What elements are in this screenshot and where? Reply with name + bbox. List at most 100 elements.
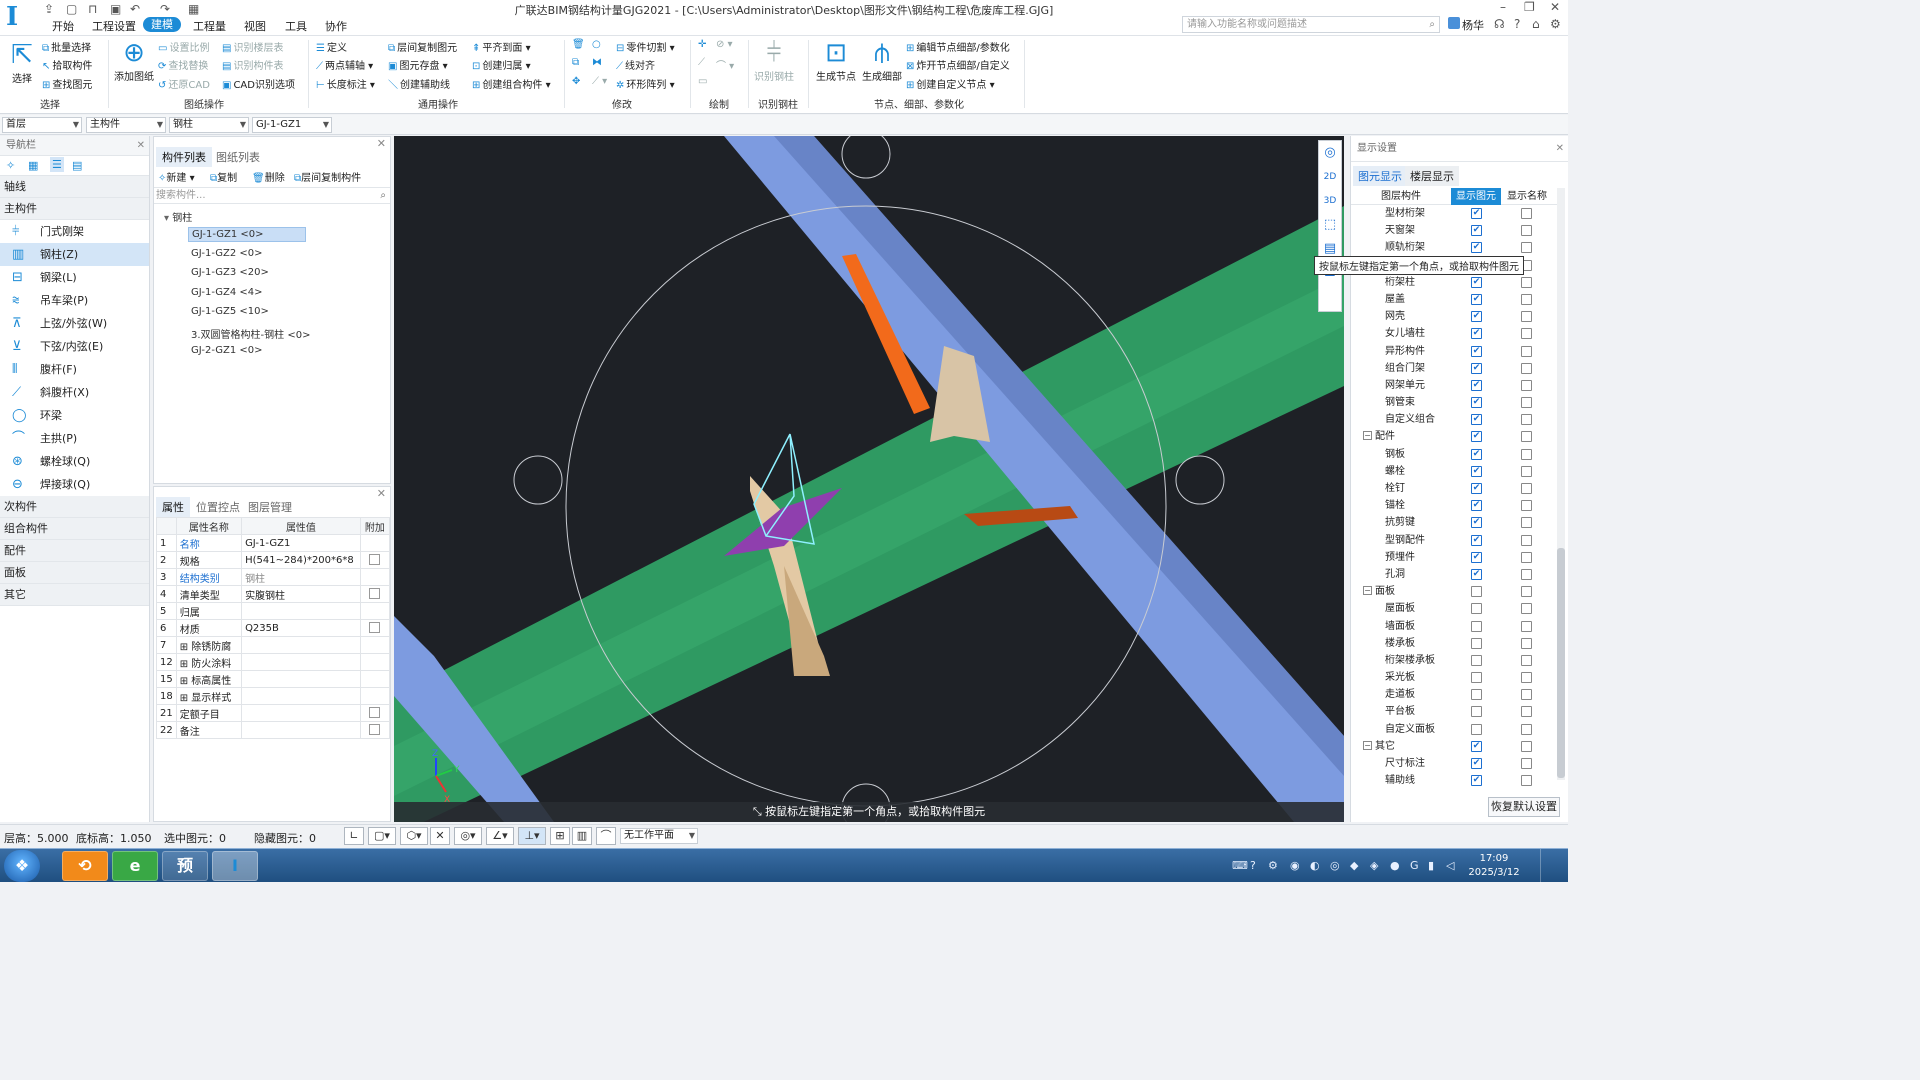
show-element-checkbox[interactable]: ✔ <box>1471 448 1482 460</box>
expand-icon[interactable]: ⊞ <box>180 693 192 704</box>
model-canvas[interactable]: Z Y X <box>394 136 1344 822</box>
show-element-checkbox[interactable]: ✔ <box>1471 431 1482 443</box>
ring-array-button[interactable]: ✲ 环形阵列 ▾ <box>616 76 675 91</box>
arc-icon[interactable]: ⌒ ▾ <box>716 57 734 72</box>
show-element-checkbox[interactable]: ✔ <box>1471 311 1482 323</box>
show-name-checkbox[interactable] <box>1521 242 1532 254</box>
nav-category[interactable]: 其它 <box>0 584 149 606</box>
tree-item[interactable]: GJ-1-GZ3 <20> <box>188 266 272 279</box>
show-element-checkbox[interactable]: ✔ <box>1471 208 1482 219</box>
expand-icon[interactable]: ⊞ <box>180 676 192 687</box>
nav-category[interactable]: 配件 <box>0 540 149 562</box>
property-value[interactable]: Q235B <box>241 619 361 637</box>
settings-icon[interactable]: ⚙ <box>1268 859 1278 872</box>
home-icon[interactable]: ⌂ <box>1532 17 1540 31</box>
tab-properties[interactable]: 属性 <box>156 497 190 517</box>
show-element-checkbox[interactable] <box>1471 637 1482 649</box>
nav-item[interactable]: ⫩ 门式刚架 <box>0 220 149 243</box>
nav-item[interactable]: ⊖ 焊接球(Q) <box>0 473 149 496</box>
set-scale-button[interactable]: ▭ 设置比例 <box>158 39 209 54</box>
rect-icon[interactable]: ▭ <box>698 76 707 87</box>
add-drawing-button[interactable]: ⊕ 添加图纸 <box>112 38 156 83</box>
snap-point-icon[interactable]: ⊥▾ <box>518 827 546 845</box>
show-name-checkbox[interactable] <box>1521 483 1532 494</box>
taskbar-app-gjg[interactable]: I <box>212 851 258 881</box>
nav-item[interactable]: ⊛ 螺栓球(Q) <box>0 450 149 473</box>
snap-angle-icon[interactable]: ∠▾ <box>486 827 514 845</box>
tree-item[interactable]: GJ-1-GZ2 <0> <box>188 247 266 260</box>
show-name-checkbox[interactable] <box>1521 706 1532 718</box>
tray-shield-icon[interactable]: ◆ <box>1350 859 1358 872</box>
col-show-name[interactable]: 显示名称 <box>1507 188 1547 205</box>
restore-window-icon[interactable]: ❐ <box>1524 0 1535 14</box>
show-name-checkbox[interactable] <box>1521 723 1532 735</box>
show-name-checkbox[interactable] <box>1521 465 1532 477</box>
show-element-checkbox[interactable]: ✔ <box>1471 345 1482 357</box>
detail-view-icon[interactable]: ▤ <box>72 159 82 172</box>
tree-item[interactable]: GJ-1-GZ1 <0> <box>188 227 306 242</box>
nav-item[interactable]: ⊻ 下弦/内弦(E) <box>0 335 149 358</box>
show-name-checkbox[interactable] <box>1521 517 1532 529</box>
property-value[interactable]: GJ-1-GZ1 <box>241 534 361 552</box>
scrollbar-thumb[interactable] <box>1557 548 1565 778</box>
recognize-steel-col-button[interactable]: ⫩ 识别钢柱 <box>752 38 796 83</box>
close-icon[interactable]: ✕ <box>1550 0 1560 14</box>
redo-icon[interactable]: ↷ <box>160 2 170 16</box>
restore-default-button[interactable]: 恢复默认设置 <box>1488 797 1560 817</box>
workplane-select[interactable]: 无工作平面 ▼ <box>620 828 698 844</box>
show-name-checkbox[interactable] <box>1521 448 1532 460</box>
extra-checkbox[interactable] <box>369 588 381 600</box>
show-name-checkbox[interactable] <box>1521 758 1532 769</box>
restore-cad-button[interactable]: ↺ 还原CAD <box>158 76 210 91</box>
expand-icon[interactable]: ⊞ <box>180 642 192 653</box>
component-category-select[interactable]: 钢柱 ▼ <box>169 117 249 133</box>
show-element-checkbox[interactable]: ✔ <box>1471 740 1482 752</box>
part-cut-button[interactable]: ⊟ 零件切割 ▾ <box>616 39 675 54</box>
show-element-checkbox[interactable] <box>1471 603 1482 615</box>
extra-checkbox[interactable] <box>369 724 381 736</box>
show-name-checkbox[interactable] <box>1521 551 1532 563</box>
point-icon[interactable]: ✛ <box>698 39 706 50</box>
close-icon[interactable]: ✕ <box>1556 136 1564 162</box>
gen-detail-button[interactable]: ⫛ 生成细部 <box>860 38 904 83</box>
keyboard-icon[interactable]: ⌨ <box>1232 859 1248 872</box>
table-row[interactable]: 12 ⊞ 防火涂料 <box>156 653 391 671</box>
nav-item[interactable]: ⊟ 钢梁(L) <box>0 266 149 289</box>
nav-category-axis[interactable]: 轴线 <box>0 176 149 198</box>
property-value[interactable]: 实腹钢柱 <box>241 585 361 603</box>
show-element-checkbox[interactable] <box>1471 672 1482 684</box>
copy-floor-button[interactable]: ⧉ 层间复制图元 <box>388 39 457 54</box>
property-value[interactable] <box>241 636 361 654</box>
show-element-checkbox[interactable]: ✔ <box>1471 568 1482 580</box>
nav-item[interactable]: ⫴ 腹杆(F) <box>0 358 149 381</box>
find-replace-button[interactable]: ⟳ 查找替换 <box>158 57 208 72</box>
line-align-button[interactable]: ⟋ 线对齐 <box>616 57 655 72</box>
menu-start[interactable]: 开始 <box>52 18 74 34</box>
pin-icon[interactable]: ✧ <box>6 159 15 172</box>
table-row[interactable]: 21 定额子目 <box>156 704 391 722</box>
copy-icon[interactable]: ⧉ <box>572 57 579 68</box>
tree-root[interactable]: ▾ 钢柱 <box>164 209 192 224</box>
edit-node-button[interactable]: ⊞ 编辑节点细部/参数化 <box>906 39 1010 54</box>
headset-icon[interactable]: ☊ <box>1494 17 1505 31</box>
tree-item[interactable]: GJ-1-GZ4 <4> <box>188 286 266 299</box>
batch-select-button[interactable]: ⧉ 批量选择 <box>42 39 91 54</box>
delete-component-button[interactable]: 🗑删除 <box>252 169 285 184</box>
property-value[interactable] <box>241 704 361 722</box>
grid-icon[interactable]: ▦ <box>188 2 199 16</box>
tab-layer-management[interactable]: 图层管理 <box>242 497 298 517</box>
collapse-icon[interactable]: − <box>1363 586 1372 596</box>
recognize-floor-button[interactable]: ▤ 识别楼层表 <box>222 39 283 54</box>
show-element-checkbox[interactable] <box>1471 620 1482 632</box>
show-name-checkbox[interactable] <box>1521 362 1532 374</box>
table-row[interactable]: 15 ⊞ 标高属性 <box>156 670 391 688</box>
show-name-checkbox[interactable] <box>1521 345 1532 357</box>
explode-node-button[interactable]: ⊠ 炸开节点细部/自定义 <box>906 57 1010 72</box>
clock[interactable]: 17:09 2025/3/12 <box>1466 852 1522 880</box>
collapse-icon[interactable]: − <box>1363 740 1372 750</box>
search-icon[interactable]: ⌕ <box>380 188 386 203</box>
delete-icon[interactable]: 🗑 <box>572 39 585 50</box>
upload-icon[interactable]: ⇪ <box>44 2 54 16</box>
menu-collab[interactable]: 协作 <box>325 18 347 34</box>
new-component-button[interactable]: ✧新建 ▾ <box>158 169 195 184</box>
